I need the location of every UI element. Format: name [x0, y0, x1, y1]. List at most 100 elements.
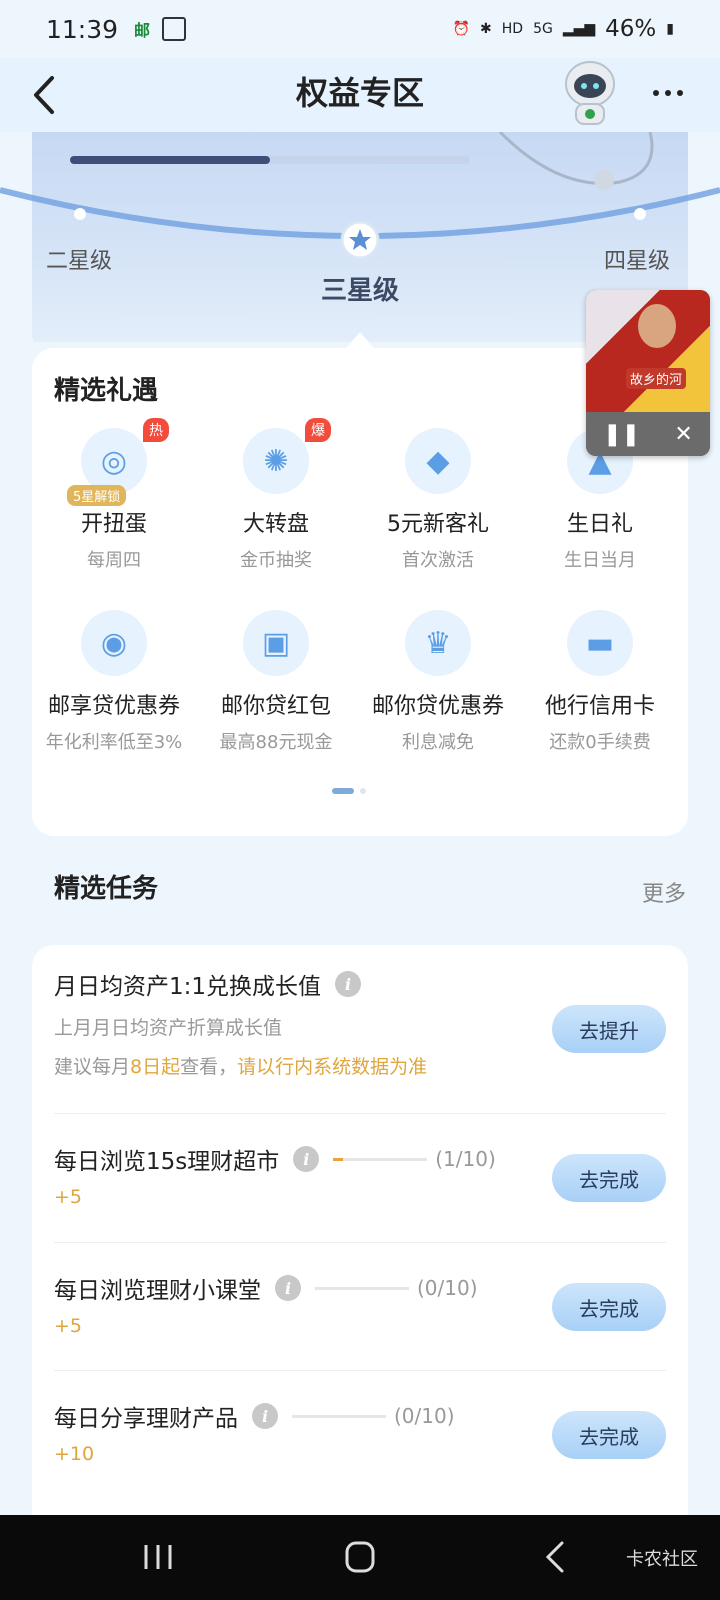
loan-icon: ◉ — [81, 610, 147, 676]
gift-label: 开扭蛋 — [80, 512, 147, 537]
capsule-icon: ◎ 热 5星解锁 — [67, 418, 169, 506]
player-controls: ❚❚ ✕ — [586, 412, 710, 456]
gift-subtitle: 金币抽奖 — [240, 550, 312, 571]
lock-badge: 5星解锁 — [67, 485, 127, 506]
task-item: 每日分享理财产品 i (0/10) +10 去完成 — [54, 1370, 666, 1498]
task-title: 每日浏览理财小课堂 — [54, 1278, 261, 1304]
task-progress-count: (0/10) — [417, 1276, 478, 1300]
status-bar: 11:39 邮 ⏰ ✱ HD 5G ▂▄▆ 46% ▮ — [0, 0, 720, 58]
carousel-dots — [332, 788, 366, 794]
card-icon: ▬ — [567, 610, 633, 676]
gift-subtitle: 每周四 — [87, 550, 141, 571]
video-thumbnail: 故乡的河 — [586, 290, 710, 412]
battery-level: 46% — [605, 16, 657, 42]
gift-item[interactable]: ♛ 邮你贷优惠券利息减免 — [356, 610, 520, 754]
task-title: 每日分享理财产品 — [54, 1406, 238, 1432]
gift-item[interactable]: ▬ 他行信用卡还款0手续费 — [518, 610, 682, 754]
watermark: 卡农社区 — [626, 1549, 698, 1570]
gift-subtitle: 首次激活 — [402, 550, 474, 571]
task-progress-count: (1/10) — [435, 1147, 496, 1171]
gift-subtitle: 利息减免 — [402, 732, 474, 753]
postal-app-icon: 邮 — [134, 21, 151, 40]
tasks-list: 月日均资产1:1兑换成长值 i 上月月日均资产折算成长值 建议每月8日起查看，请… — [32, 945, 688, 1565]
level-next[interactable]: 四星级 — [604, 243, 670, 275]
complete-button[interactable]: 去完成 — [552, 1154, 666, 1202]
gift-label: 5元新客礼 — [387, 512, 489, 537]
gift-label: 邮享贷优惠券 — [47, 694, 180, 719]
more-icon[interactable] — [648, 78, 688, 108]
header: 权益专区 — [0, 58, 720, 132]
status-time: 11:39 — [46, 14, 119, 44]
gift-badge: 爆 — [305, 418, 331, 442]
bluetooth-icon: ✱ — [480, 21, 492, 37]
pause-icon[interactable]: ❚❚ — [603, 422, 640, 447]
current-level-star-icon — [340, 220, 380, 260]
task-note-text: 查看， — [180, 1056, 238, 1078]
task-title: 月日均资产1:1兑换成长值 — [54, 974, 322, 1000]
alarm-icon: ⏰ — [452, 21, 471, 37]
gift-subtitle: 还款0手续费 — [549, 732, 651, 753]
gift-label: 邮你贷红包 — [220, 694, 331, 719]
task-item: 月日均资产1:1兑换成长值 i 上月月日均资产折算成长值 建议每月8日起查看，请… — [54, 967, 666, 1135]
gift-item[interactable]: ◆ 5元新客礼首次激活 — [356, 428, 520, 572]
close-icon[interactable]: ✕ — [674, 422, 692, 447]
task-note-highlight: 请以行内系统数据为准 — [237, 1056, 428, 1078]
home-icon[interactable] — [338, 1537, 382, 1577]
network-label: 5G — [533, 21, 553, 37]
wheel-icon: ✺ 爆 — [243, 418, 331, 494]
gift-item[interactable]: ◉ 邮享贷优惠券年化利率低至3% — [32, 610, 196, 754]
gift-card-pointer — [346, 332, 374, 348]
image-notification-icon — [162, 17, 187, 41]
red-packet-icon: ▣ — [243, 610, 309, 676]
task-progress-track — [315, 1286, 409, 1290]
floating-video-player[interactable]: 故乡的河 ❚❚ ✕ — [586, 290, 710, 456]
video-caption: 故乡的河 — [626, 368, 687, 389]
task-item: 每日浏览15s理财超市 i (1/10) +5 去完成 — [54, 1113, 666, 1241]
system-nav-bar — [0, 1515, 720, 1600]
task-progress-count: (0/10) — [394, 1404, 455, 1428]
back-nav-icon[interactable] — [534, 1537, 578, 1577]
gift-label: 他行信用卡 — [544, 694, 655, 719]
task-progress-track — [292, 1414, 386, 1418]
carousel-dot[interactable] — [360, 788, 366, 794]
gift-label: 生日礼 — [566, 512, 633, 537]
info-icon[interactable]: i — [252, 1403, 278, 1429]
complete-button[interactable]: 去完成 — [552, 1283, 666, 1331]
tasks-more-link[interactable]: 更多 — [642, 876, 686, 908]
gift-label: 大转盘 — [242, 512, 309, 537]
gift-item[interactable]: ◎ 热 5星解锁 开扭蛋 每周四 — [32, 418, 196, 572]
info-icon[interactable]: i — [275, 1275, 301, 1301]
complete-button[interactable]: 去完成 — [552, 1411, 666, 1459]
task-progress-fill — [333, 1157, 343, 1161]
task-progress: (0/10) — [315, 1276, 478, 1300]
gift-subtitle: 最高88元现金 — [219, 732, 333, 753]
task-item: 每日浏览理财小课堂 i (0/10) +5 去完成 — [54, 1242, 666, 1370]
gift-item[interactable]: ✺ 爆大转盘金币抽奖 — [194, 418, 358, 572]
task-title: 每日浏览15s理财超市 — [54, 1149, 280, 1175]
battery-icon: ▮ — [666, 21, 674, 37]
gift-badge: 热 — [143, 418, 169, 442]
gift-label: 邮你贷优惠券 — [371, 694, 504, 719]
gift-item[interactable]: ▣ 邮你贷红包最高88元现金 — [194, 610, 358, 754]
task-note-highlight: 8日起 — [130, 1056, 181, 1078]
task-progress: (0/10) — [292, 1404, 455, 1428]
crown-icon: ♛ — [405, 610, 471, 676]
gift-subtitle: 年化利率低至3% — [45, 732, 183, 753]
video-person — [638, 304, 676, 348]
info-icon[interactable]: i — [293, 1146, 320, 1172]
mascot-robot-icon[interactable] — [558, 58, 622, 128]
info-icon[interactable]: i — [335, 971, 362, 997]
signal-icon: ▂▄▆ — [562, 21, 596, 37]
upgrade-button[interactable]: 去提升 — [552, 1005, 666, 1053]
task-note: 建议每月8日起查看，请以行内系统数据为准 — [54, 1052, 666, 1079]
task-progress-track — [333, 1157, 428, 1161]
task-progress: (1/10) — [333, 1147, 496, 1171]
task-note-text: 建议每月 — [54, 1056, 131, 1078]
shopping-bag-icon: ◆ — [405, 428, 471, 494]
tasks-section-title: 精选任务 — [54, 874, 159, 904]
recents-icon[interactable] — [136, 1537, 180, 1577]
hd-label: HD — [501, 21, 524, 37]
carousel-dot-active — [332, 788, 354, 794]
gift-subtitle: 生日当月 — [564, 550, 636, 571]
gift-section-title: 精选礼遇 — [54, 376, 159, 406]
